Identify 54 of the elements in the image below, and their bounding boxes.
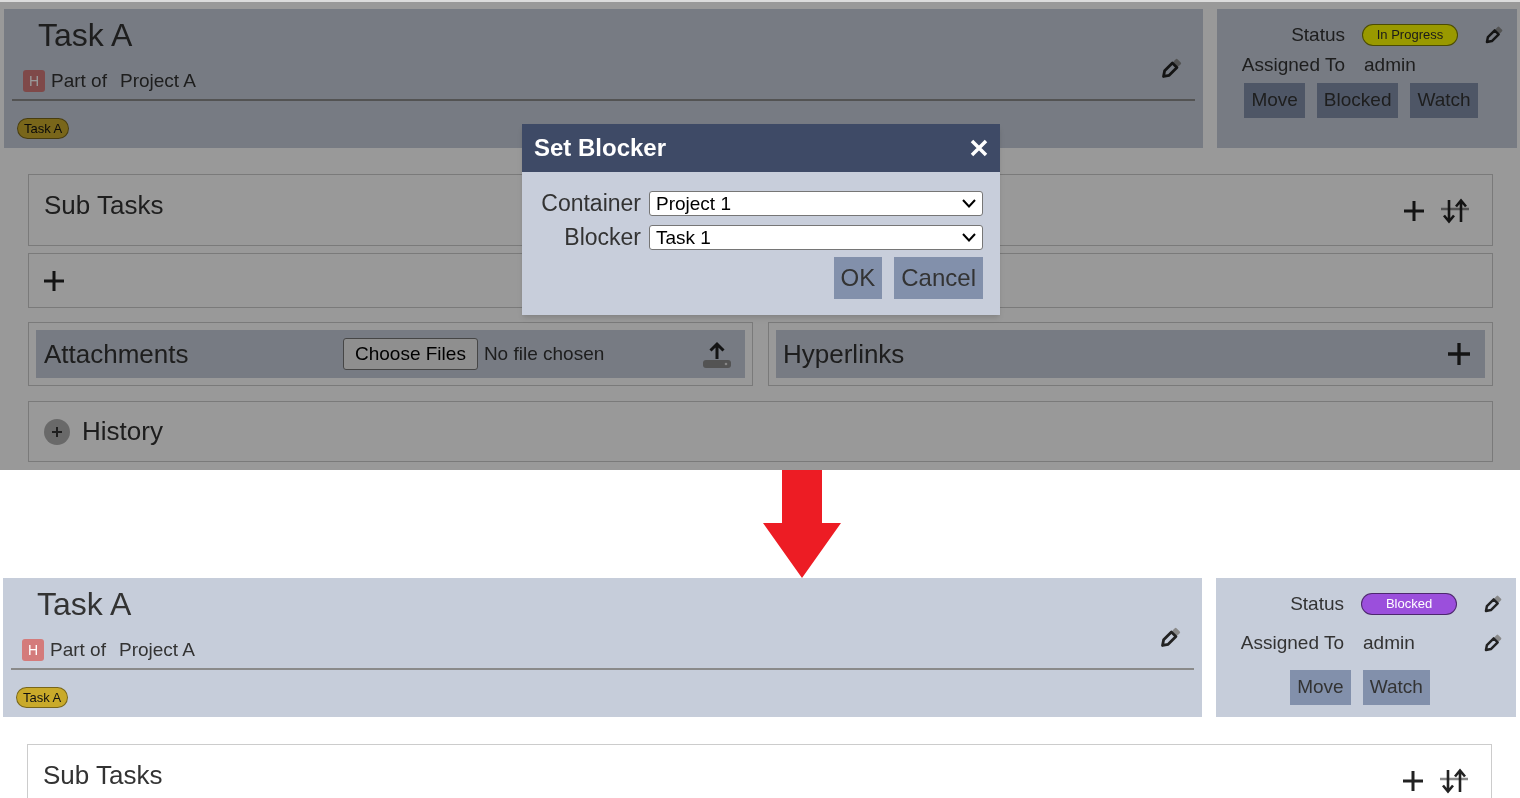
dialog-button[interactable]: OK xyxy=(833,257,883,299)
expand-icon[interactable] xyxy=(44,418,70,445)
priority-badge: H xyxy=(23,70,45,92)
choose-files-button[interactable]: Choose Files xyxy=(343,338,478,370)
part-of-label: Part of xyxy=(51,70,107,92)
field-label: Blocker xyxy=(563,225,641,250)
part-of-label: Part of xyxy=(50,639,106,661)
status-badge: Blocked xyxy=(1361,593,1457,615)
status-badge: In Progress xyxy=(1362,24,1458,46)
edit-icon[interactable] xyxy=(1483,24,1504,46)
dialog-button[interactable]: Cancel xyxy=(894,257,983,299)
edit-icon[interactable] xyxy=(1482,632,1503,654)
status-label: Status xyxy=(1290,22,1345,47)
dialog-title: Set Blocker xyxy=(534,133,667,163)
tag: Task A xyxy=(16,687,69,708)
action-button[interactable]: Move xyxy=(1290,670,1351,705)
section-title: Sub Tasks xyxy=(44,190,164,220)
status-label: Status xyxy=(1289,591,1344,616)
plus-icon[interactable] xyxy=(1404,201,1424,221)
section-title: Attachments xyxy=(44,337,190,371)
field-label: Container xyxy=(540,191,641,216)
assigned-label: Assigned To xyxy=(1240,52,1345,77)
upload-icon[interactable] xyxy=(703,340,731,368)
section-title: Sub Tasks xyxy=(43,760,163,790)
edit-icon[interactable] xyxy=(1158,626,1182,650)
action-button[interactable]: Watch xyxy=(1410,83,1478,118)
file-status: No file chosen xyxy=(483,341,605,366)
section-title: History xyxy=(82,415,163,448)
priority-badge: H xyxy=(22,639,44,661)
action-button[interactable]: Watch xyxy=(1362,670,1430,705)
sort-icon[interactable] xyxy=(1440,768,1468,794)
action-button[interactable]: Move xyxy=(1244,83,1305,118)
action-button[interactable]: Blocked xyxy=(1316,83,1399,118)
chevron-down-icon xyxy=(962,233,976,242)
task-title: Task A xyxy=(37,16,134,55)
select-field[interactable]: Project 1 xyxy=(649,191,983,216)
plus-icon[interactable] xyxy=(44,270,64,291)
select-field[interactable]: Task 1 xyxy=(649,225,983,250)
edit-icon[interactable] xyxy=(1159,57,1183,81)
assigned-label: Assigned To xyxy=(1239,630,1344,655)
assignee-name: admin xyxy=(1363,630,1416,655)
tag: Task A xyxy=(17,118,70,139)
select-value: Task 1 xyxy=(656,226,711,249)
assignee-name: admin xyxy=(1364,52,1417,77)
chevron-down-icon xyxy=(962,199,976,208)
section-title: Hyperlinks xyxy=(783,337,905,371)
sort-icon[interactable] xyxy=(1441,198,1469,224)
plus-icon[interactable] xyxy=(1403,771,1423,791)
close-icon[interactable] xyxy=(970,139,988,157)
select-value: Project 1 xyxy=(656,192,731,215)
edit-icon[interactable] xyxy=(1482,593,1503,615)
project-link[interactable]: Project A xyxy=(120,70,197,92)
project-link[interactable]: Project A xyxy=(119,639,196,661)
task-title: Task A xyxy=(36,585,133,624)
